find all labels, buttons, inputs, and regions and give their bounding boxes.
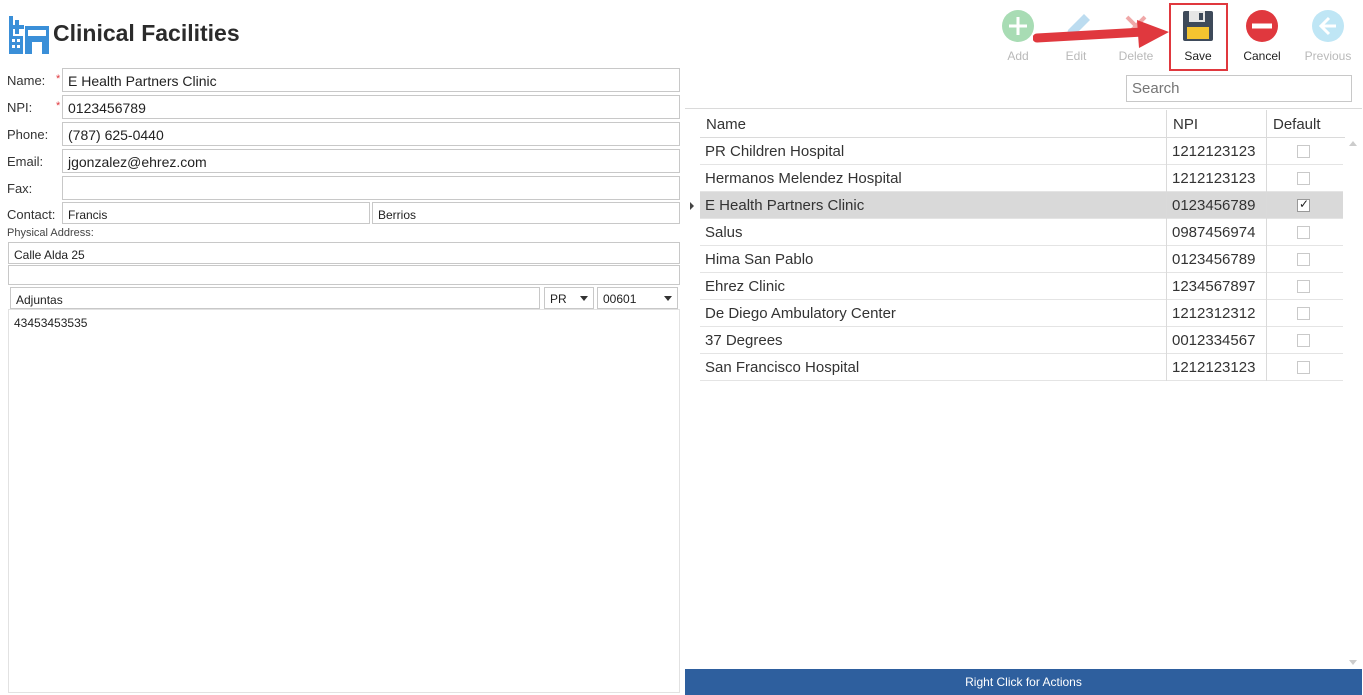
previous-label: Previous	[1304, 49, 1352, 63]
table-row[interactable]: Hima San Pablo 0123456789	[700, 246, 1343, 273]
table-row[interactable]: PR Children Hospital 1212123123	[700, 138, 1343, 165]
default-checkbox[interactable]	[1297, 253, 1310, 266]
facility-npi-cell: 1212123123	[1166, 165, 1266, 192]
facility-name-cell: 37 Degrees	[705, 332, 783, 349]
default-cell	[1266, 273, 1343, 300]
facility-name-cell: Salus	[705, 224, 743, 241]
default-checkbox[interactable]	[1297, 145, 1310, 158]
zip-select[interactable]: 00601	[597, 287, 678, 309]
facility-npi-cell: 0123456789	[1166, 192, 1266, 219]
facility-npi-cell: 0123456789	[1166, 246, 1266, 273]
default-cell	[1266, 165, 1343, 192]
default-checkbox[interactable]	[1297, 334, 1310, 347]
name-label: Name:	[7, 73, 46, 88]
default-cell	[1266, 219, 1343, 246]
address-line1-field[interactable]: Calle Alda 25	[8, 242, 680, 264]
grid-scrollbar[interactable]	[1346, 138, 1360, 670]
facility-npi-cell: 1212312312	[1166, 300, 1266, 327]
current-row-indicator-icon	[690, 202, 694, 210]
notes-textarea[interactable]: 43453453535	[8, 309, 680, 693]
save-highlight-box	[1169, 3, 1228, 71]
table-row-selected[interactable]: E Health Partners Clinic 0123456789	[700, 192, 1343, 219]
grid-header: Name NPI Default	[700, 110, 1345, 138]
npi-required-mark: *	[56, 100, 61, 112]
facilities-grid: Name NPI Default PR Children Hospital 12…	[685, 108, 1362, 669]
cancel-label: Cancel	[1243, 49, 1281, 63]
facility-name-cell: Ehrez Clinic	[705, 278, 786, 295]
table-row[interactable]: San Francisco Hospital 1212123123	[700, 354, 1343, 381]
cancel-button[interactable]: Cancel	[1236, 4, 1288, 66]
default-cell	[1266, 138, 1343, 165]
contact-first-name-field[interactable]: Francis	[62, 202, 370, 224]
search-input[interactable]	[1126, 75, 1352, 102]
phone-label: Phone:	[7, 127, 49, 142]
hospital-icon	[9, 16, 49, 54]
default-checkbox[interactable]	[1297, 172, 1310, 185]
scroll-up-icon[interactable]	[1349, 141, 1357, 146]
column-header-name[interactable]: Name	[700, 110, 1166, 138]
plus-circle-icon	[1002, 10, 1034, 42]
facility-name-cell: San Francisco Hospital	[705, 359, 860, 376]
default-cell	[1266, 192, 1343, 219]
name-field[interactable]: E Health Partners Clinic	[62, 68, 680, 92]
facility-form: Name: * E Health Partners Clinic NPI: * …	[0, 66, 684, 695]
facility-npi-cell: 1212123123	[1166, 354, 1266, 381]
facility-name-cell: Hima San Pablo	[705, 251, 814, 268]
facility-npi-cell: 0987456974	[1166, 219, 1266, 246]
column-header-npi[interactable]: NPI	[1166, 110, 1266, 138]
default-cell	[1266, 327, 1343, 354]
default-checkbox[interactable]	[1297, 361, 1310, 374]
facility-npi-cell: 1234567897	[1166, 273, 1266, 300]
fax-label: Fax:	[7, 181, 33, 196]
facility-npi-cell: 1212123123	[1166, 138, 1266, 165]
physical-address-label: Physical Address:	[7, 227, 94, 239]
default-cell	[1266, 300, 1343, 327]
fax-field[interactable]	[62, 176, 680, 200]
chevron-down-icon	[580, 296, 588, 301]
default-checkbox[interactable]	[1297, 280, 1310, 293]
zip-value: 00601	[603, 292, 637, 306]
npi-label: NPI:	[7, 100, 33, 115]
default-checkbox[interactable]	[1297, 226, 1310, 239]
page-title: Clinical Facilities	[53, 20, 240, 46]
column-header-default[interactable]: Default	[1266, 110, 1343, 138]
email-label: Email:	[7, 154, 44, 169]
facility-name-cell: Hermanos Melendez Hospital	[705, 170, 902, 187]
table-row[interactable]: Hermanos Melendez Hospital 1212123123	[700, 165, 1343, 192]
default-cell	[1266, 246, 1343, 273]
address-line2-field[interactable]	[8, 265, 680, 285]
state-value: PR	[550, 292, 567, 306]
city-field[interactable]: Adjuntas	[10, 287, 540, 309]
phone-field[interactable]: (787) 625-0440	[62, 122, 680, 146]
contact-last-name-field[interactable]: Berrios	[372, 202, 680, 224]
npi-field[interactable]: 0123456789	[62, 95, 680, 119]
email-field[interactable]: jgonzalez@ehrez.com	[62, 149, 680, 173]
previous-button[interactable]: Previous	[1302, 4, 1354, 66]
state-select[interactable]: PR	[544, 287, 594, 309]
default-cell	[1266, 354, 1343, 381]
contact-label: Contact:	[7, 207, 56, 222]
table-row[interactable]: 37 Degrees 0012334567	[700, 327, 1343, 354]
no-entry-icon	[1246, 10, 1278, 42]
table-row[interactable]: Ehrez Clinic 1234567897	[700, 273, 1343, 300]
red-arrow-icon	[1033, 20, 1169, 48]
default-checkbox[interactable]	[1297, 307, 1310, 320]
facility-name-cell: E Health Partners Clinic	[705, 197, 865, 214]
table-row[interactable]: De Diego Ambulatory Center 1212312312	[700, 300, 1343, 327]
name-required-mark: *	[56, 73, 61, 85]
facility-name-cell: PR Children Hospital	[705, 143, 845, 160]
facility-npi-cell: 0012334567	[1166, 327, 1266, 354]
arrow-left-circle-icon	[1312, 10, 1344, 42]
chevron-down-icon	[664, 296, 672, 301]
scroll-down-icon[interactable]	[1349, 660, 1357, 665]
actions-status-bar[interactable]: Right Click for Actions	[685, 669, 1362, 695]
default-checkbox-checked[interactable]	[1297, 197, 1310, 212]
table-row[interactable]: Salus 0987456974	[700, 219, 1343, 246]
facility-name-cell: De Diego Ambulatory Center	[705, 305, 896, 322]
